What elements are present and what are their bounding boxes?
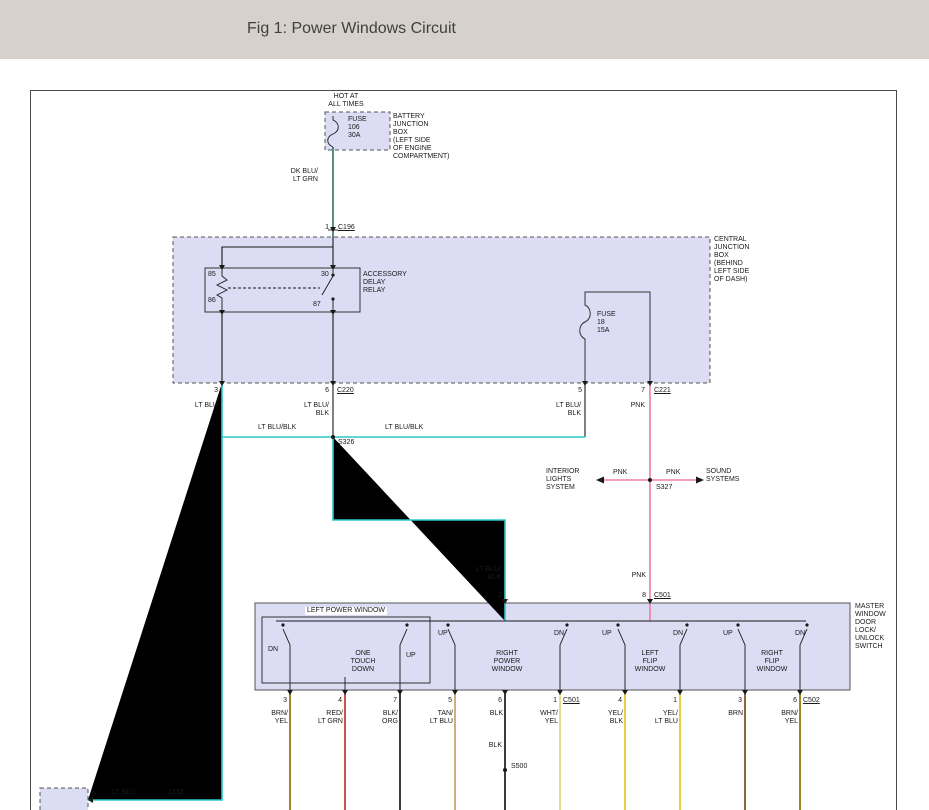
wire-pnk-label-2: PNK xyxy=(613,469,627,477)
wire-red-lt-grn-label: RED/ LT GRN xyxy=(318,710,343,726)
splice-s500-label: S500 xyxy=(511,763,527,771)
wire-brn-label: BRN xyxy=(728,710,743,718)
wire-lt-blu-blk-dark-segments xyxy=(333,383,585,437)
bottom-box-pin-6: 6 xyxy=(92,791,96,799)
relay-contact-dot xyxy=(331,273,334,276)
wire-pnk-label-3: PNK xyxy=(666,469,680,477)
c501-bottom-pin-1: 1 xyxy=(553,697,557,705)
connector-c220[interactable]: C220 xyxy=(337,387,354,395)
switch-output-wires xyxy=(290,690,800,810)
connector-c501-bottom[interactable]: C501 xyxy=(563,697,580,705)
wire-brn-yel-label-1: BRN/ YEL xyxy=(271,710,288,726)
c502-pin-1: 1 xyxy=(673,697,677,705)
relay-pin-86: 86 xyxy=(208,297,216,305)
cjb-pin-6: 6 xyxy=(325,387,329,395)
switch-up-label-1: UP xyxy=(406,652,416,660)
master-switch-label: MASTER WINDOW DOOR LOCK/ UNLOCK SWITCH xyxy=(855,603,886,651)
hot-at-all-times-label: HOT AT ALL TIMES xyxy=(328,93,363,109)
splice-s500 xyxy=(503,768,507,772)
c502-pin-3: 3 xyxy=(738,697,742,705)
sound-systems-arrow-icon xyxy=(696,477,704,484)
left-flip-window-label: LEFT FLIP WINDOW xyxy=(635,650,666,674)
cjb-pin-7: 7 xyxy=(641,387,645,395)
sound-systems-label: SOUND SYSTEMS xyxy=(706,468,739,484)
splice-s326-label: S326 xyxy=(338,439,354,447)
switch-up-label-4: UP xyxy=(723,630,733,638)
wire-lt-blu-blk-label-4: LT BLU/BLK xyxy=(385,424,423,432)
c196-pin-1: 1 xyxy=(325,224,329,232)
wire-blk-org-label: BLK/ ORG xyxy=(382,710,398,726)
splice-s326 xyxy=(331,435,335,439)
central-junction-box xyxy=(173,237,710,383)
battery-junction-box-label: BATTERY JUNCTION BOX (LEFT SIDE OF ENGIN… xyxy=(393,113,450,161)
wire-pnk-label-1: PNK xyxy=(631,402,645,410)
c501-pin-2: 2 xyxy=(498,592,502,600)
wire-lt-blu-label-2: LT BLU xyxy=(112,789,135,797)
wire-yel-lt-blu-label: YEL/ LT BLU xyxy=(655,710,678,726)
bottom-left-component-box xyxy=(40,788,88,810)
left-power-window-label: LEFT POWER WINDOW xyxy=(305,607,387,615)
c501-bottom-pin-7: 7 xyxy=(393,697,397,705)
wire-lt-blu-blk-label-3: LT BLU/BLK xyxy=(258,424,296,432)
switch-dn-label-2: DN xyxy=(554,630,564,638)
switch-dn-label-1: DN xyxy=(268,646,278,654)
relay-pin-87: 87 xyxy=(313,301,321,309)
wire-lt-blu xyxy=(88,383,222,800)
page: Fig 1: Power Windows Circuit xyxy=(0,0,929,810)
c501-bottom-pin-3: 3 xyxy=(283,697,287,705)
wire-blk-label-2: BLK xyxy=(489,742,502,750)
wire-lt-blu-blk-to-switch xyxy=(333,437,505,621)
wire-lt-blu-blk-label-1: LT BLU/ BLK xyxy=(304,402,329,418)
central-junction-box-label: CENTRAL JUNCTION BOX (BEHIND LEFT SIDE O… xyxy=(714,236,749,284)
wire-lt-blu-blk-label-5: LT BLU/ BLK xyxy=(476,566,501,582)
switch-dn-label-3: DN xyxy=(673,630,683,638)
cjb-pin-3: 3 xyxy=(214,387,218,395)
c502-pin-4: 4 xyxy=(618,697,622,705)
switch-dn-label-4: DN xyxy=(795,630,805,638)
fuse-106-label: FUSE 106 30A xyxy=(348,116,367,140)
wiring-diagram xyxy=(0,0,929,810)
connector-c502[interactable]: C502 xyxy=(803,697,820,705)
accessory-delay-relay-label: ACCESSORY DELAY RELAY xyxy=(363,271,407,295)
connector-c221[interactable]: C221 xyxy=(654,387,671,395)
splice-s327 xyxy=(648,478,652,482)
wire-dk-blu-lt-grn-label: DK BLU/ LT GRN xyxy=(291,168,318,184)
right-flip-window-label: RIGHT FLIP WINDOW xyxy=(757,650,788,674)
wire-lt-blu-label: LT BLU xyxy=(195,402,218,410)
cjb-pin-5: 5 xyxy=(578,387,582,395)
interior-lights-arrow-icon xyxy=(596,477,604,484)
connector-c501-top[interactable]: C501 xyxy=(654,592,671,600)
c501-pin-8: 8 xyxy=(642,592,646,600)
wire-brn-yel-label-2: BRN/ YEL xyxy=(781,710,798,726)
wire-pnk-label-4: PNK xyxy=(632,572,646,580)
fuse-18-label: FUSE 18 15A xyxy=(597,311,616,335)
relay-contact-dot xyxy=(331,297,334,300)
c501-bottom-pin-4: 4 xyxy=(338,697,342,705)
wire-tan-lt-blu-label: TAN/ LT BLU xyxy=(430,710,453,726)
right-power-window-label: RIGHT POWER WINDOW xyxy=(492,650,523,674)
connector-c196[interactable]: C196 xyxy=(338,224,355,232)
wire-yel-blk-label: YEL/ BLK xyxy=(608,710,623,726)
splice-s327-label: S327 xyxy=(656,484,672,492)
wire-blk-label-1: BLK xyxy=(490,710,503,718)
one-touch-down-label: ONE TOUCH DOWN xyxy=(351,650,376,674)
switch-up-label-2: UP xyxy=(438,630,448,638)
c501-bottom-pin-5: 5 xyxy=(448,697,452,705)
interior-lights-system-label: INTERIOR LIGHTS SYSTEM xyxy=(546,468,579,492)
switch-up-label-3: UP xyxy=(602,630,612,638)
relay-pin-85: 85 xyxy=(208,271,216,279)
master-window-switch-box xyxy=(255,603,850,690)
c502-pin-6: 6 xyxy=(793,697,797,705)
wire-lt-blu-blk-label-2: LT BLU/ BLK xyxy=(556,402,581,418)
circuit-1332-label: 1332 xyxy=(168,789,184,797)
c501-bottom-pin-6: 6 xyxy=(498,697,502,705)
relay-pin-30: 30 xyxy=(321,271,329,279)
wire-wht-yel-label: WHT/ YEL xyxy=(540,710,558,726)
